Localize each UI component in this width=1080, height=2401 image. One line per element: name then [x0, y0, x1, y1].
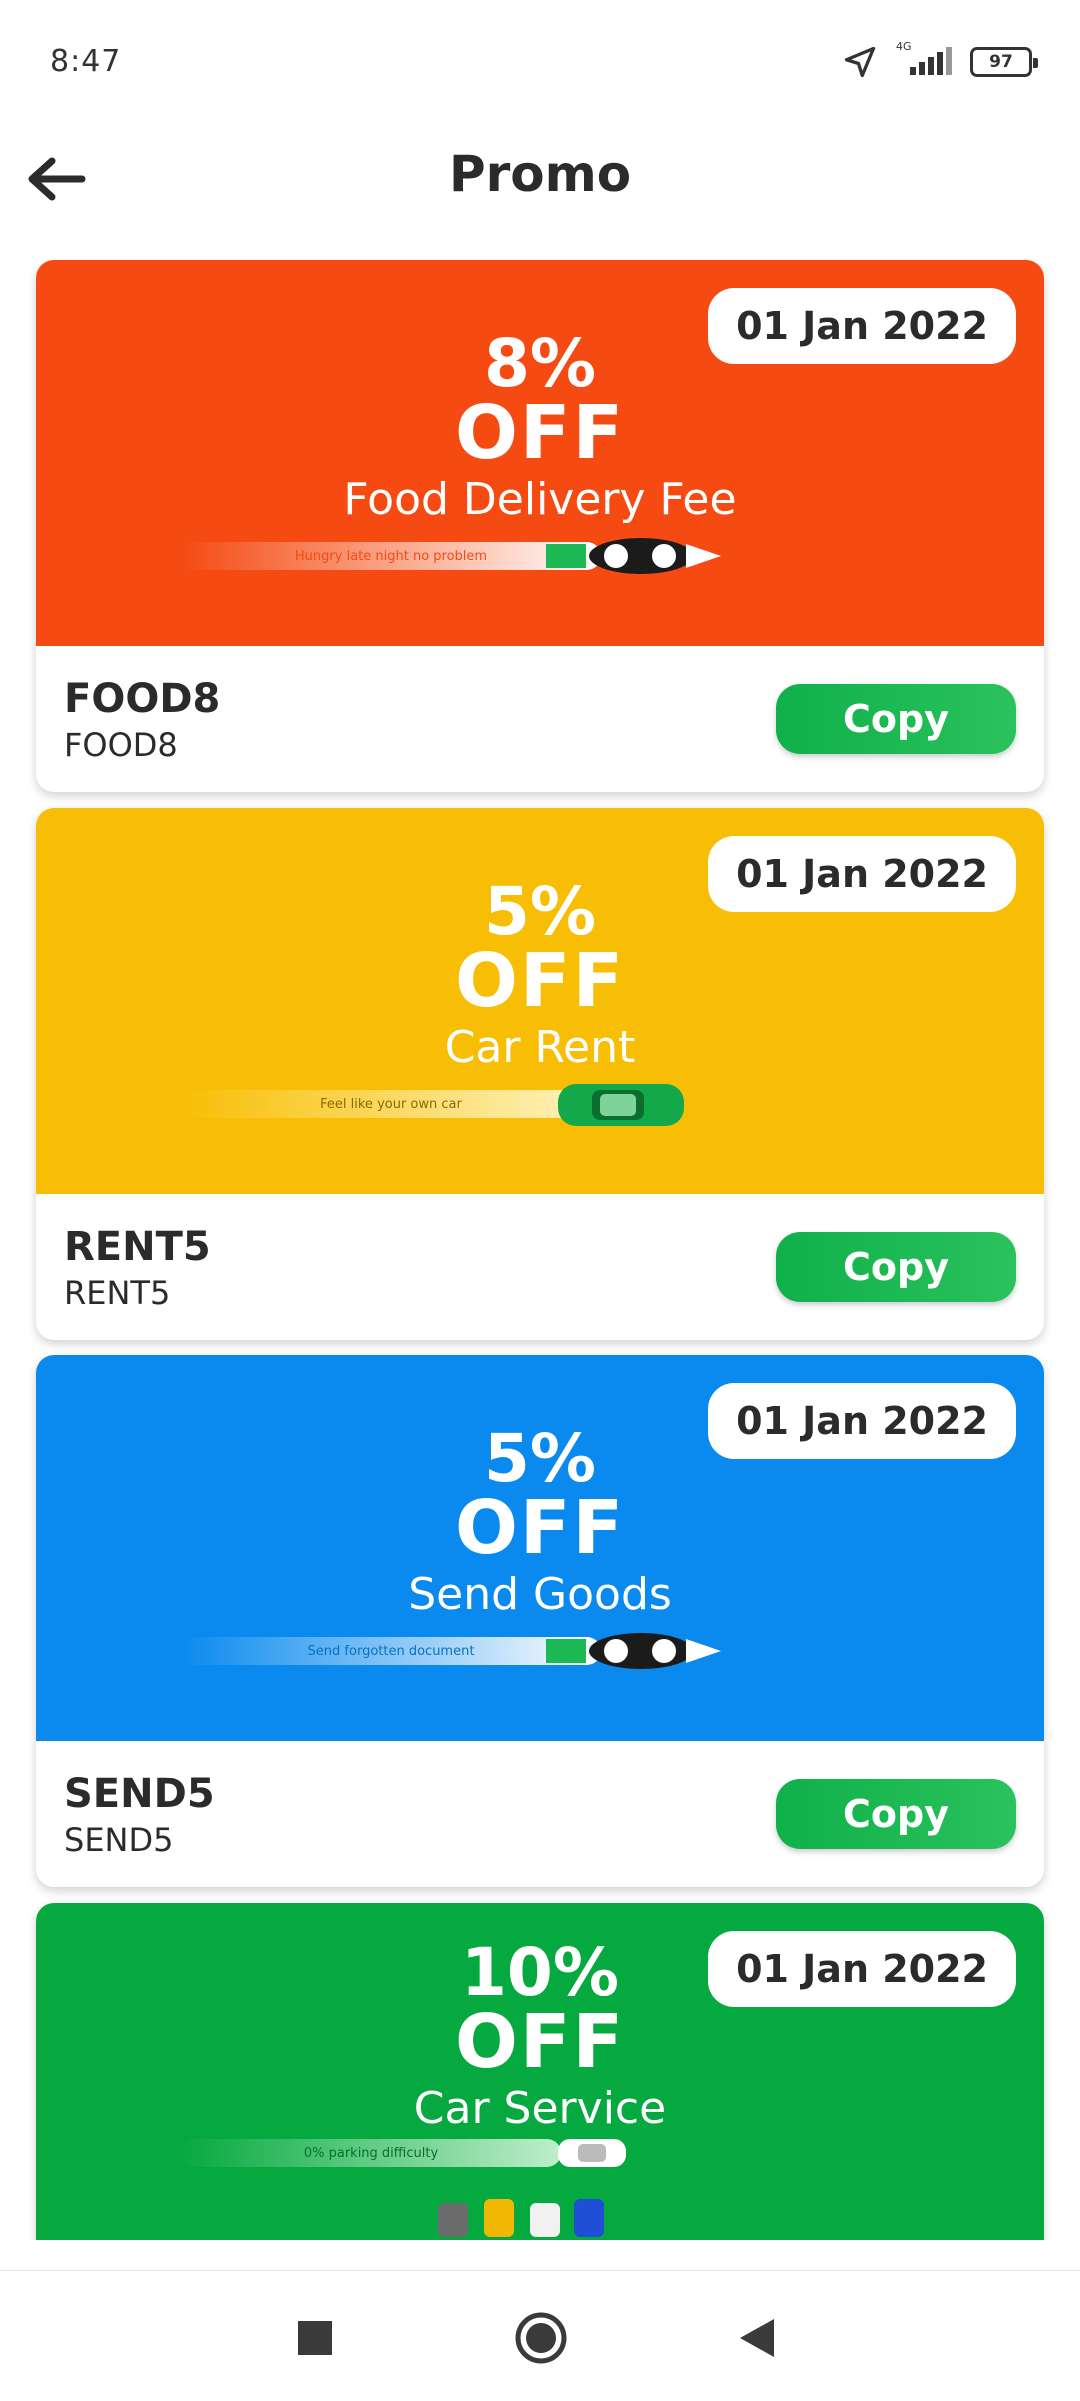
battery-level: 97: [989, 52, 1013, 72]
page-title: Promo: [448, 145, 632, 203]
promo-card[interactable]: 5% OFF Car Rent Feel like your own car 0…: [36, 808, 1044, 1340]
square-icon[interactable]: [298, 2321, 332, 2355]
promo-tagline: Feel like your own car: [181, 1090, 601, 1118]
motorbike-icon: [546, 538, 721, 574]
promo-tagline: Send forgotten document: [181, 1637, 601, 1665]
promo-code: RENT5: [64, 1274, 171, 1312]
expiry-date-badge: 01 Jan 2022: [708, 1931, 1016, 2007]
promo-code: FOOD8: [64, 726, 178, 764]
car-icon: [558, 2139, 626, 2167]
status-bar: 8:47 4G 97: [0, 0, 1080, 125]
system-nav-bar: [0, 2270, 1080, 2401]
promo-service: Car Rent: [444, 1022, 636, 1073]
promo-footer: FOOD8 FOOD8 Copy: [36, 646, 1044, 792]
promo-banner[interactable]: 8% OFF Food Delivery Fee Hungry late nig…: [36, 260, 1044, 646]
promo-tagline: Hungry late night no problem: [181, 542, 601, 570]
copy-button[interactable]: Copy: [776, 1232, 1016, 1302]
copy-button[interactable]: Copy: [776, 684, 1016, 754]
promo-footer: SEND5 SEND5 Copy: [36, 1741, 1044, 1887]
app-header: Promo: [0, 125, 1080, 235]
promo-footer: RENT5 RENT5 Copy: [36, 1194, 1044, 1340]
motorbike-icon: [546, 1633, 721, 1669]
promo-off: OFF: [454, 1485, 625, 1571]
promo-off: OFF: [454, 1999, 625, 2085]
battery-icon: 97: [970, 47, 1038, 77]
promo-title: RENT5: [64, 1224, 211, 1270]
promo-card[interactable]: 10% OFF Car Service 0% parking difficult…: [36, 1903, 1044, 2240]
car-icon: [558, 1084, 684, 1126]
expiry-date-badge: 01 Jan 2022: [708, 288, 1016, 364]
promo-title: FOOD8: [64, 676, 221, 722]
location-arrow-icon: [844, 46, 876, 78]
copy-button[interactable]: Copy: [776, 1779, 1016, 1849]
status-icons: 4G 97: [842, 41, 1038, 82]
signal-icon: 4G: [896, 41, 952, 79]
promo-service: Send Goods: [408, 1569, 672, 1620]
triangle-back-icon[interactable]: [740, 2319, 774, 2357]
promo-list[interactable]: 8% OFF Food Delivery Fee Hungry late nig…: [0, 260, 1080, 2240]
promo-off: OFF: [454, 390, 625, 476]
network-type: 4G: [896, 40, 912, 53]
promo-card[interactable]: 5% OFF Send Goods Send forgotten documen…: [36, 1355, 1044, 1887]
promo-service: Car Service: [413, 2083, 667, 2134]
promo-title: SEND5: [64, 1771, 215, 1817]
promo-banner[interactable]: 5% OFF Car Rent Feel like your own car 0…: [36, 808, 1044, 1194]
expiry-date-badge: 01 Jan 2022: [708, 1383, 1016, 1459]
promo-banner[interactable]: 5% OFF Send Goods Send forgotten documen…: [36, 1355, 1044, 1741]
status-time: 8:47: [50, 44, 122, 79]
promo-banner[interactable]: 10% OFF Car Service 0% parking difficult…: [36, 1903, 1044, 2240]
parked-cars-icon: [438, 2199, 604, 2237]
circle-icon[interactable]: [514, 2311, 568, 2365]
promo-code: SEND5: [64, 1821, 174, 1859]
promo-off: OFF: [454, 938, 625, 1024]
promo-card[interactable]: 8% OFF Food Delivery Fee Hungry late nig…: [36, 260, 1044, 792]
promo-service: Food Delivery Fee: [343, 474, 737, 525]
expiry-date-badge: 01 Jan 2022: [708, 836, 1016, 912]
promo-tagline: 0% parking difficulty: [181, 2139, 561, 2167]
